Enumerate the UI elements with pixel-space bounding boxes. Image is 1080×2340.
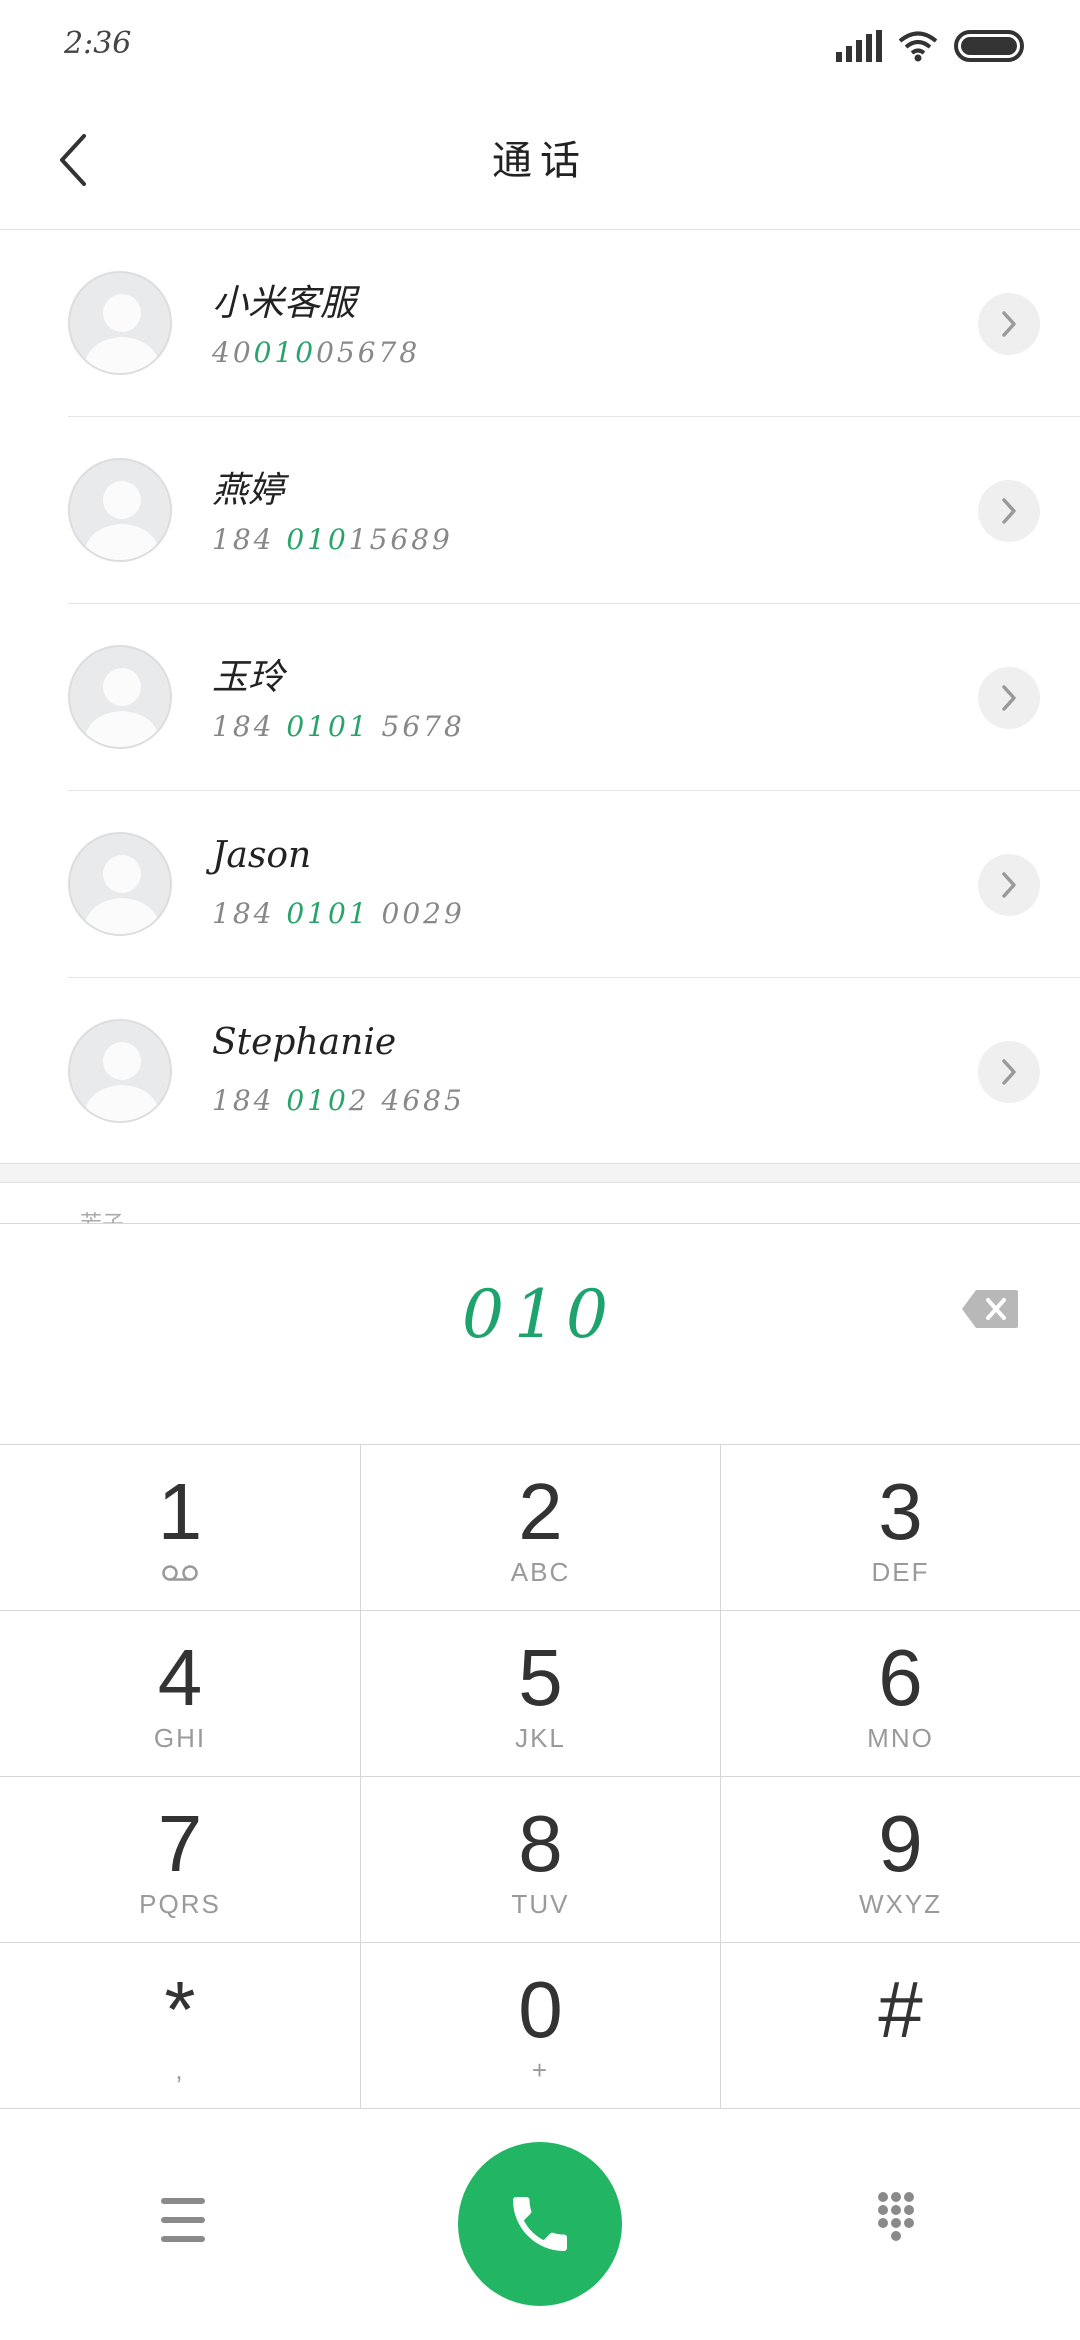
key-digit: 0 xyxy=(518,1965,563,2054)
avatar xyxy=(68,645,172,749)
person-placeholder-icon xyxy=(82,1042,162,1121)
key-letters: GHI xyxy=(153,1723,207,1753)
contact-item[interactable]: Jason 184 0101 0029 xyxy=(0,791,1080,978)
battery-icon xyxy=(954,30,1024,62)
key-letters: TUV xyxy=(511,1889,570,1919)
avatar xyxy=(68,458,172,562)
key-1[interactable]: 1 xyxy=(0,1445,361,1611)
dialpad: 1 2 ABC 3 DEF 4 GHI 5 JKL 6 MNO 7 PQRS 8… xyxy=(0,1444,1080,2109)
contact-detail-button[interactable] xyxy=(978,1041,1040,1103)
title-bar: 通话 xyxy=(0,90,1080,230)
signal-icon xyxy=(836,30,882,62)
contact-detail-button[interactable] xyxy=(978,667,1040,729)
key-digit: 9 xyxy=(878,1799,923,1888)
contact-name: Jason xyxy=(212,835,312,876)
key-0[interactable]: 0 + xyxy=(361,1943,721,2109)
contact-number: 184 0101 0029 xyxy=(212,897,465,930)
key-letters: ABC xyxy=(510,1557,571,1587)
key-digit: 2 xyxy=(518,1467,563,1556)
contact-number: 184 0102 4685 xyxy=(212,1084,465,1117)
key-hash[interactable]: # xyxy=(721,1943,1080,2109)
dial-display: 010 xyxy=(0,1224,1080,1444)
key-digit: 3 xyxy=(878,1467,923,1556)
chevron-right-icon xyxy=(1002,1059,1016,1085)
contact-name: 玉玲 xyxy=(212,657,285,698)
contact-detail-button[interactable] xyxy=(978,293,1040,355)
avatar xyxy=(68,832,172,936)
key-letters: PQRS xyxy=(139,1889,221,1919)
key-3[interactable]: 3 DEF xyxy=(721,1445,1080,1611)
key-digit: 8 xyxy=(518,1799,563,1888)
contact-number: 4001005678 xyxy=(212,336,421,369)
person-placeholder-icon xyxy=(82,668,162,747)
key-4[interactable]: 4 GHI xyxy=(0,1611,361,1777)
status-time: 2:36 xyxy=(64,26,132,61)
key-letters: + xyxy=(531,2055,550,2085)
peek-section-header: 芳子 xyxy=(80,1206,124,1224)
key-digit: * xyxy=(164,1965,196,2054)
contact-item[interactable]: Stephanie 184 0102 4685 xyxy=(0,978,1080,1165)
contact-item[interactable]: 玉玲 184 0101 5678 xyxy=(0,604,1080,791)
person-placeholder-icon xyxy=(82,855,162,934)
key-6[interactable]: 6 MNO xyxy=(721,1611,1080,1777)
contact-item[interactable]: 小米客服 4001005678 xyxy=(0,230,1080,417)
voicemail-icon xyxy=(0,1563,360,1583)
chevron-right-icon xyxy=(1002,498,1016,524)
backspace-icon xyxy=(962,1290,1018,1328)
contact-item[interactable]: 燕婷 184 01015689 xyxy=(0,417,1080,604)
avatar xyxy=(68,271,172,375)
menu-button[interactable] xyxy=(140,2190,226,2250)
wifi-icon xyxy=(898,31,938,62)
person-placeholder-icon xyxy=(82,481,162,560)
page-title: 通话 xyxy=(492,138,588,184)
key-9[interactable]: 9 WXYZ xyxy=(721,1777,1080,1943)
key-digit: 4 xyxy=(157,1633,203,1722)
key-letters: , xyxy=(175,2055,185,2085)
key-digit: # xyxy=(878,1965,923,2054)
contact-number: 184 01015689 xyxy=(212,523,453,556)
list-footer xyxy=(0,1163,1080,1183)
key-letters: WXYZ xyxy=(858,1889,943,1919)
key-letters: MNO xyxy=(867,1723,934,1753)
contact-list: 小米客服 4001005678 燕婷 184 01015689 玉玲 184 0… xyxy=(0,230,1080,1165)
status-bar: 2:36 xyxy=(0,0,1080,90)
dialed-number: 010 xyxy=(462,1276,618,1353)
status-icons xyxy=(836,26,1024,66)
menu-icon xyxy=(161,2198,205,2204)
key-star[interactable]: * , xyxy=(0,1943,361,2109)
person-placeholder-icon xyxy=(82,294,162,373)
contact-number: 184 0101 5678 xyxy=(212,710,465,743)
key-letters: DEF xyxy=(871,1557,930,1587)
key-digit: 6 xyxy=(878,1633,923,1722)
contact-name: Stephanie xyxy=(212,1022,397,1063)
contact-detail-button[interactable] xyxy=(978,854,1040,916)
contact-name: 燕婷 xyxy=(212,470,285,511)
delete-button[interactable] xyxy=(960,1288,1020,1330)
call-button[interactable] xyxy=(458,2142,622,2306)
phone-icon xyxy=(513,2197,567,2251)
key-digit: 5 xyxy=(518,1633,563,1722)
avatar xyxy=(68,1019,172,1123)
dialpad-toggle-button[interactable] xyxy=(860,2188,932,2260)
bottom-bar xyxy=(0,2108,1080,2340)
key-digit: 1 xyxy=(157,1467,203,1556)
key-digit: 7 xyxy=(157,1799,203,1888)
chevron-right-icon xyxy=(1002,872,1016,898)
key-5[interactable]: 5 JKL xyxy=(361,1611,721,1777)
key-2[interactable]: 2 ABC xyxy=(361,1445,721,1611)
key-7[interactable]: 7 PQRS xyxy=(0,1777,361,1943)
key-8[interactable]: 8 TUV xyxy=(361,1777,721,1943)
key-letters: JKL xyxy=(515,1723,566,1753)
chevron-right-icon xyxy=(1002,311,1016,337)
chevron-right-icon xyxy=(1002,685,1016,711)
contact-detail-button[interactable] xyxy=(978,480,1040,542)
contact-name: 小米客服 xyxy=(212,283,357,324)
